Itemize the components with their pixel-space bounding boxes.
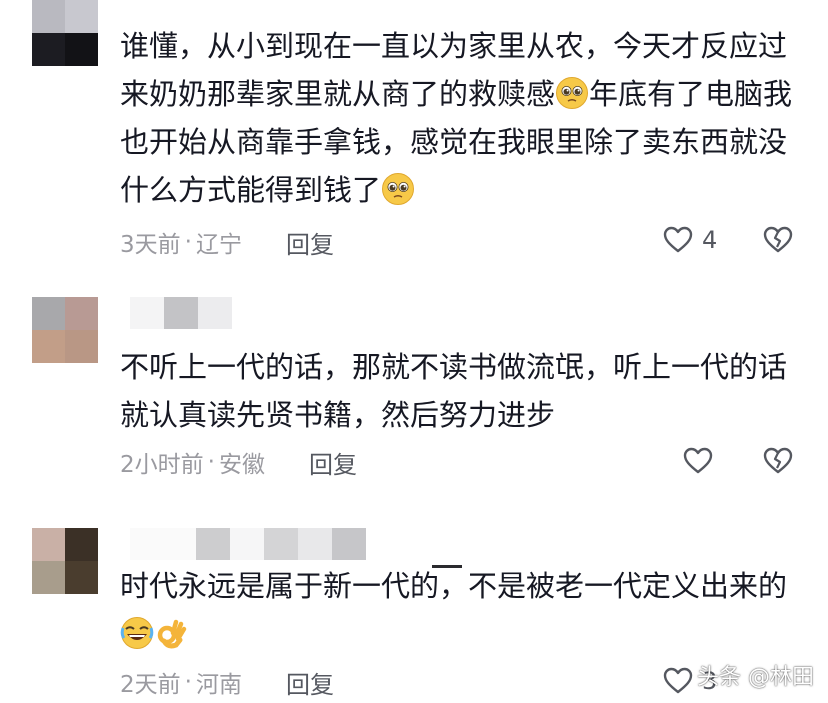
- comment-text: 不听上一代的话，那就不读书做流氓，听上一代的话就认真读先贤书籍，然后努力进步: [120, 350, 788, 432]
- comment-text-part-1: 时代永远是属于新一代的，不是被老一代定义出来的: [120, 569, 788, 603]
- like-button[interactable]: 4: [662, 224, 717, 256]
- watermark: 头条 @林田: [697, 665, 814, 690]
- reply-button[interactable]: 回复: [286, 225, 334, 260]
- pleading-face-emoji-icon: [556, 77, 589, 109]
- meta-separator: ·: [207, 449, 215, 475]
- like-button[interactable]: [682, 445, 722, 477]
- reply-button[interactable]: 回复: [309, 445, 357, 480]
- heart-icon: [683, 447, 713, 474]
- comment-time: 3天前: [120, 232, 181, 258]
- dislike-button[interactable]: [762, 224, 794, 256]
- comment-meta: 3天前 · 辽宁 回复: [120, 222, 334, 262]
- comment-time: 2小时前: [120, 452, 204, 478]
- avatar[interactable]: [32, 297, 98, 363]
- comment-location: 河南: [195, 672, 242, 698]
- rolling-laughing-face-emoji-icon: [120, 617, 154, 649]
- avatar[interactable]: [32, 528, 98, 594]
- comment-text: 谁懂，从小到现在一直以为家里从农，今天才反应过来奶奶那辈家里就从商了的救赎感 年底…: [120, 22, 800, 214]
- pleading-face-emoji-icon: [382, 173, 415, 205]
- heart-icon: [663, 226, 693, 253]
- comment-location: 辽宁: [195, 232, 242, 258]
- comment-meta: 2天前 · 河南 回复: [120, 662, 334, 702]
- avatar[interactable]: [32, 0, 98, 66]
- comment-location: 安徽: [218, 452, 265, 478]
- comment-text: 时代永远是属于新一代的，不是被老一代定义出来的: [120, 562, 800, 658]
- comment-time: 2天前: [120, 672, 181, 698]
- ok-hand-emoji-icon: [157, 619, 187, 649]
- broken-heart-icon: [763, 226, 793, 253]
- username-mosaic[interactable]: [130, 297, 232, 329]
- meta-separator: ·: [184, 669, 192, 695]
- meta-separator: ·: [184, 229, 192, 255]
- broken-heart-icon: [763, 447, 793, 474]
- username-mosaic[interactable]: [130, 528, 370, 560]
- dislike-button[interactable]: [762, 445, 794, 477]
- comment-meta: 2小时前 · 安徽 回复: [120, 442, 357, 482]
- like-count: 4: [702, 226, 718, 254]
- reply-button[interactable]: 回复: [286, 665, 334, 700]
- heart-icon: [663, 667, 693, 694]
